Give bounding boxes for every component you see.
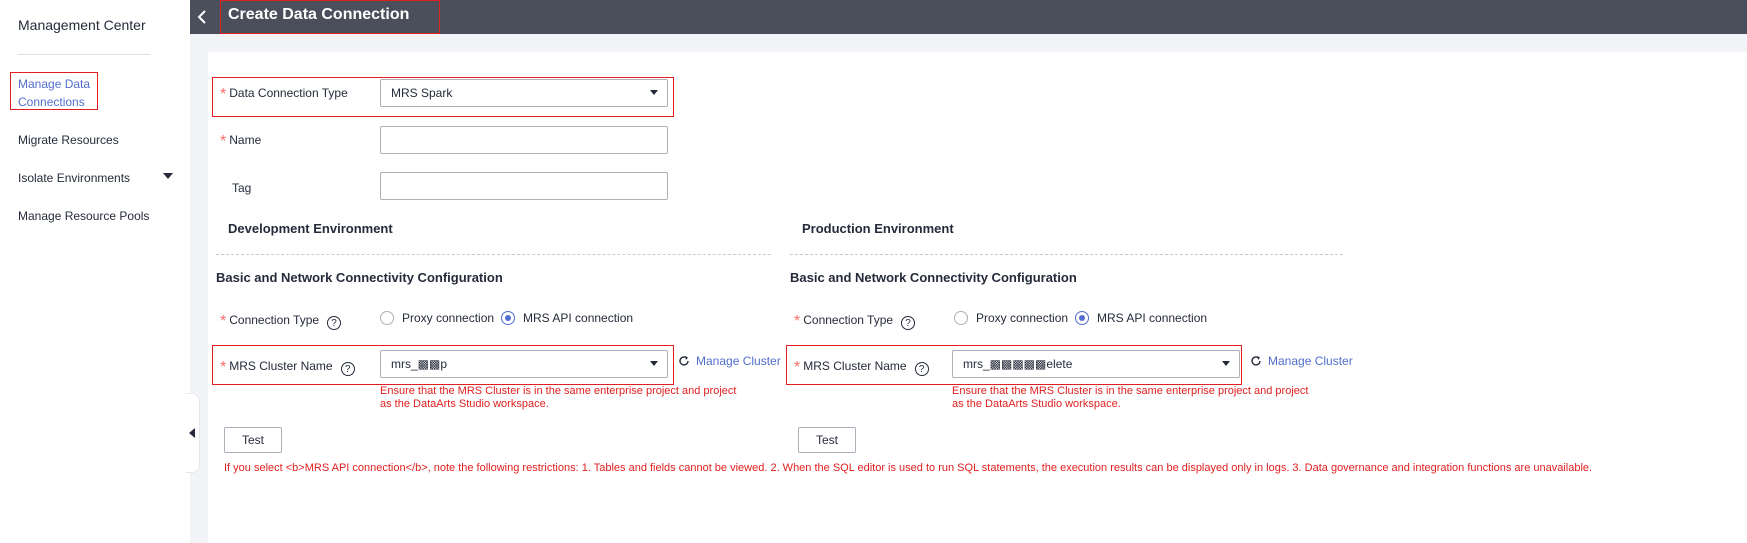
sidebar-item-isolate-environments[interactable]: Isolate Environments [18,169,130,187]
data-connection-type-value: MRS Spark [391,86,453,100]
dev-cluster-error-message: Ensure that the MRS Cluster is in the sa… [380,385,737,410]
sidebar-item-manage-resource-pools[interactable]: Manage Resource Pools [18,207,149,225]
radio-circle [954,311,968,325]
prod-radio-mrs-api-connection[interactable]: MRS API connection [1075,311,1207,325]
tag-label: Tag [232,181,252,195]
sidebar-divider [18,54,150,55]
name-input[interactable] [380,126,668,154]
dev-test-button[interactable]: Test [224,427,282,453]
caret-left-icon [189,428,195,438]
sidebar-item-migrate-resources[interactable]: Migrate Resources [18,131,119,149]
prod-env-title: Production Environment [802,221,954,236]
prod-test-button[interactable]: Test [798,427,856,453]
sidebar-item-manage-data-connections[interactable]: Manage Data Connections [18,75,90,111]
required-asterisk: * [220,133,227,150]
dev-manage-cluster-link[interactable]: Manage Cluster [678,354,781,368]
prod-cluster-name-select[interactable]: mrs_▩▩▩▩▩elete [952,350,1240,378]
sidebar-item-label-line2: Connections [18,95,85,109]
dev-config-title: Basic and Network Connectivity Configura… [216,270,503,285]
page-header: Create Data Connection [190,0,1747,34]
chevron-down-icon [650,90,658,95]
help-icon[interactable]: ? [914,362,929,376]
dev-cluster-name-select[interactable]: mrs_▩▩p [380,350,668,378]
chevron-down-icon [1222,361,1230,366]
dev-divider [216,254,771,255]
sidebar-item-label-line1: Manage Data [18,77,91,91]
dev-connection-type-label: * Connection Type? [220,312,342,330]
dev-env-title: Development Environment [228,221,393,236]
required-asterisk: * [794,359,801,376]
help-icon[interactable]: ? [340,362,355,376]
sidebar: Management Center Manage Data Connection… [0,0,190,543]
data-connection-type-label: * Data Connection Type [220,86,348,103]
prod-cluster-name-value: mrs_▩▩▩▩▩elete [963,357,1073,371]
api-connection-restrictions-note: If you select <b>MRS API connection</b>,… [224,462,1593,474]
refresh-icon[interactable] [678,355,690,367]
dev-radio-mrs-api-connection[interactable]: MRS API connection [501,311,633,325]
prod-config-title: Basic and Network Connectivity Configura… [790,270,1077,285]
radio-circle [501,311,515,325]
tag-input[interactable] [380,172,668,200]
create-connection-form: * Data Connection Type MRS Spark * Name Ta… [208,52,1747,543]
dev-cluster-name-value: mrs_▩▩p [391,357,448,371]
sidebar-title: Management Center [18,17,146,33]
required-asterisk: * [220,313,227,330]
prod-cluster-error-message: Ensure that the MRS Cluster is in the sa… [952,385,1309,410]
radio-circle [380,311,394,325]
radio-circle [1075,311,1089,325]
help-icon[interactable]: ? [327,316,342,330]
help-icon[interactable]: ? [901,316,916,330]
back-arrow-icon[interactable] [194,8,212,26]
prod-connection-type-label: * Connection Type? [794,312,916,330]
dev-cluster-name-label: * MRS Cluster Name? [220,358,355,376]
required-asterisk: * [794,313,801,330]
prod-manage-cluster-link[interactable]: Manage Cluster [1250,354,1353,368]
sidebar-collapse-toggle[interactable] [186,393,200,473]
required-asterisk: * [220,86,227,103]
dev-radio-proxy-connection[interactable]: Proxy connection [380,311,494,325]
prod-divider [790,254,1343,255]
required-asterisk: * [220,359,227,376]
chevron-down-icon[interactable] [163,173,173,179]
data-connection-type-select[interactable]: MRS Spark [380,79,668,107]
refresh-icon[interactable] [1250,355,1262,367]
name-label: * Name [220,133,262,150]
chevron-down-icon [650,361,658,366]
prod-cluster-name-label: * MRS Cluster Name? [794,358,929,376]
prod-radio-proxy-connection[interactable]: Proxy connection [954,311,1068,325]
page-title: Create Data Connection [228,6,410,23]
